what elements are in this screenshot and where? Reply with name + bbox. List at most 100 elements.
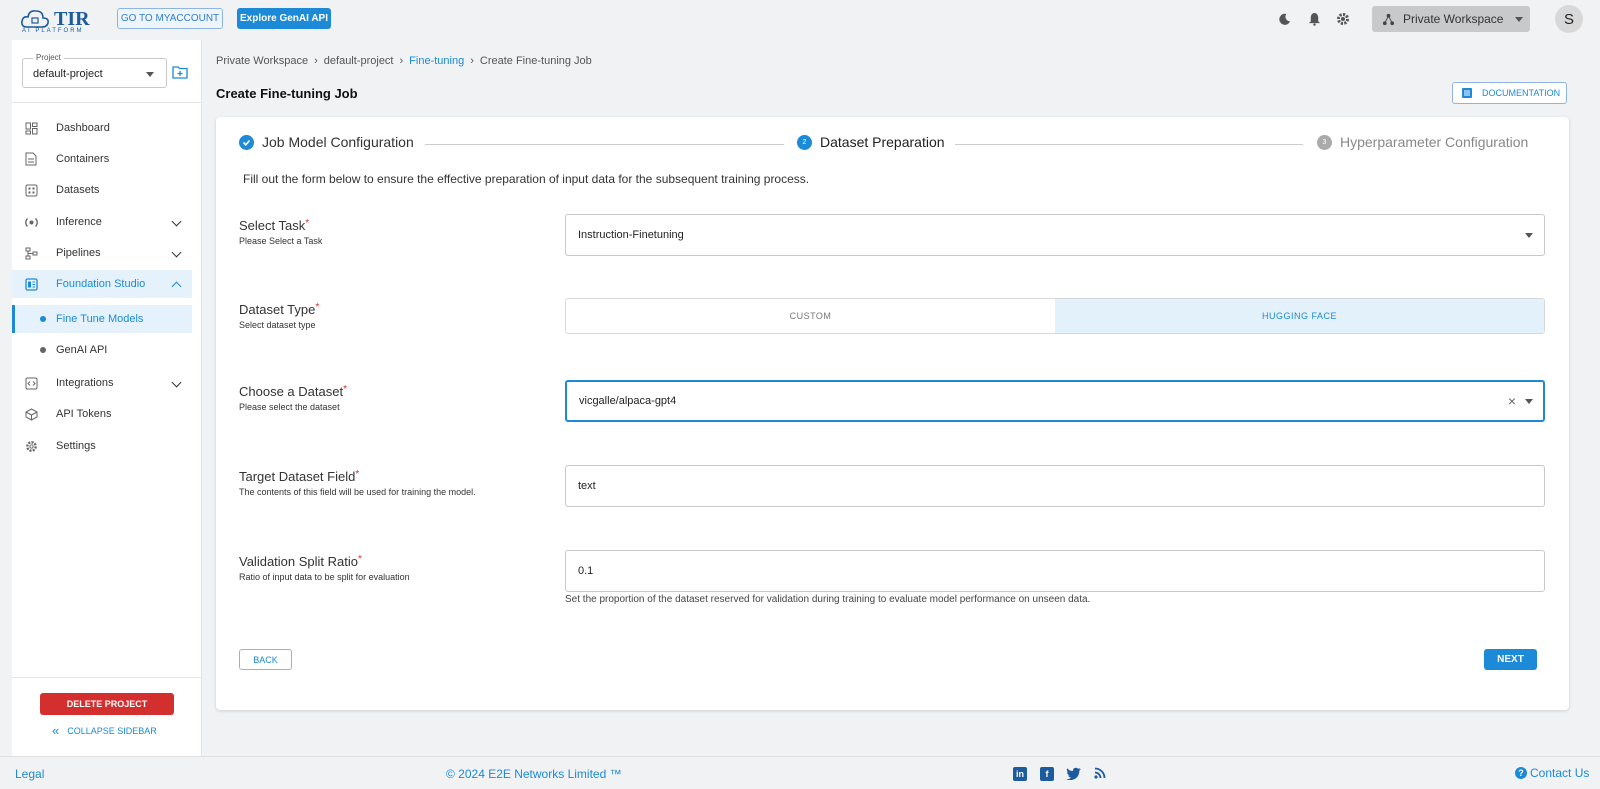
dashboard-icon [24, 121, 38, 135]
step-label: Dataset Preparation [820, 134, 945, 150]
document-icon [1462, 88, 1472, 98]
select-task-label-group: Select Task* Please Select a Task [239, 218, 322, 246]
settings-gear-icon[interactable] [1335, 11, 1351, 27]
bullet-icon [40, 316, 46, 322]
sidebar-item-label: Datasets [56, 184, 100, 196]
field-help: Select dataset type [239, 320, 316, 330]
delete-project-button[interactable]: DELETE PROJECT [40, 693, 174, 715]
step-number: 2 [797, 134, 812, 150]
field-label: Dataset Type* [239, 302, 320, 317]
sidebar-item-label: Inference [56, 216, 102, 228]
target-field-value: text [578, 480, 596, 492]
documentation-button[interactable]: DOCUMENTATION [1452, 82, 1567, 104]
collapse-sidebar-button[interactable]: « COLLAPSE SIDEBAR [52, 723, 157, 738]
sidebar-subitem-label: Fine Tune Models [56, 313, 144, 325]
pipeline-icon [24, 246, 38, 260]
facebook-icon[interactable]: f [1040, 767, 1054, 781]
tir-logo[interactable]: TIR AI PLATFORM [20, 4, 100, 34]
breadcrumb: Private Workspace › default-project › Fi… [216, 55, 592, 67]
workspace-label: Private Workspace [1403, 12, 1504, 26]
sidebar-item-label: Integrations [56, 377, 114, 389]
contact-us-link[interactable]: ? Contact Us [1515, 766, 1589, 780]
split-ratio-label-group: Validation Split Ratio* Ratio of input d… [239, 554, 410, 582]
code-icon [24, 376, 38, 390]
breadcrumb-separator: › [399, 55, 404, 67]
project-select[interactable]: Project default-project [22, 53, 167, 88]
document-icon [24, 152, 38, 166]
sidebar-item-pipelines[interactable]: Pipelines [12, 239, 192, 267]
stepper-connector [955, 144, 1303, 145]
field-label: Target Dataset Field* [239, 469, 360, 484]
step-dataset-preparation[interactable]: 2 Dataset Preparation [797, 134, 945, 150]
dataset-type-hugging-face-option[interactable]: HUGGING FACE [1055, 299, 1544, 333]
legal-link[interactable]: Legal [15, 767, 44, 781]
workspace-selector[interactable]: Private Workspace [1372, 6, 1530, 32]
dark-mode-moon-icon[interactable] [1276, 11, 1292, 27]
linkedin-icon[interactable]: in [1013, 767, 1027, 781]
clear-close-icon[interactable]: × [1508, 393, 1516, 409]
sidebar-item-label: Containers [56, 153, 110, 165]
chevron-down-icon[interactable] [1525, 399, 1533, 404]
breadcrumb-current: Create Fine-tuning Job [479, 55, 592, 67]
sidebar-item-foundation-studio[interactable]: Foundation Studio [12, 270, 192, 298]
select-task-dropdown[interactable]: Instruction-Finetuning [565, 214, 1545, 256]
chevron-down-icon [1525, 233, 1533, 238]
sidebar-item-api-tokens[interactable]: API Tokens [12, 400, 192, 428]
sidebar-item-label: Pipelines [56, 247, 101, 259]
gear-icon [24, 439, 38, 453]
divider [12, 677, 202, 678]
contact-us-label: Contact Us [1530, 766, 1590, 780]
step-label: Hyperparameter Configuration [1340, 134, 1529, 150]
chevron-down-icon [171, 216, 182, 227]
stepper-connector [425, 144, 784, 145]
form-intro-text: Fill out the form below to ensure the ef… [243, 172, 810, 186]
breadcrumb-fine-tuning[interactable]: Fine-tuning [409, 55, 464, 67]
chevron-down-icon [171, 377, 182, 388]
dataset-type-label-group: Dataset Type* Select dataset type [239, 302, 319, 330]
choose-dataset-value: vicgalle/alpaca-gpt4 [579, 395, 677, 407]
top-bar: TIR AI PLATFORM GO TO MYACCOUNT Explore … [0, 0, 1600, 38]
sidebar-item-settings[interactable]: Settings [12, 432, 192, 460]
twitter-icon[interactable] [1066, 767, 1082, 781]
notifications-bell-icon[interactable] [1306, 11, 1322, 27]
user-avatar[interactable]: S [1555, 5, 1583, 33]
documentation-label: DOCUMENTATION [1482, 88, 1561, 98]
validation-split-ratio-input[interactable]: 0.1 [565, 550, 1545, 592]
project-value: default-project [33, 68, 103, 80]
back-button[interactable]: BACK [239, 649, 292, 670]
new-folder-icon[interactable] [172, 65, 188, 79]
page-title: Create Fine-tuning Job [216, 86, 358, 101]
breadcrumb-project[interactable]: default-project [324, 55, 394, 67]
go-to-myaccount-button[interactable]: GO TO MYACCOUNT [117, 8, 223, 29]
sidebar-item-inference[interactable]: Inference [12, 208, 192, 236]
sidebar-item-integrations[interactable]: Integrations [12, 369, 192, 397]
sidebar-item-label: Dashboard [56, 122, 110, 134]
form-card: Job Model Configuration 2 Dataset Prepar… [216, 117, 1569, 710]
dataset-type-custom-option[interactable]: CUSTOM [566, 299, 1055, 333]
project-label: Project [33, 53, 64, 62]
sidebar-subitem-genai-api[interactable]: GenAI API [12, 336, 192, 364]
select-task-value: Instruction-Finetuning [578, 229, 684, 241]
dataset-label-group: Choose a Dataset* Please select the data… [239, 384, 347, 412]
step-job-model-configuration[interactable]: Job Model Configuration [239, 134, 414, 150]
choose-dataset-autocomplete[interactable]: vicgalle/alpaca-gpt4 × [565, 380, 1545, 422]
split-ratio-hint: Set the proportion of the dataset reserv… [565, 594, 1091, 605]
field-help: Please select the dataset [239, 402, 340, 412]
next-button[interactable]: NEXT [1484, 649, 1537, 670]
explore-genai-button[interactable]: Explore GenAI API [237, 8, 331, 29]
step-number: 3 [1317, 134, 1332, 150]
chevron-up-icon [171, 281, 182, 292]
sidebar-subitem-fine-tune-models[interactable]: Fine Tune Models [12, 305, 192, 333]
step-label: Job Model Configuration [262, 134, 414, 150]
sidebar: Project default-project Dashboard Contai… [12, 40, 202, 756]
logo-text: TIR [54, 8, 90, 30]
breadcrumb-workspace[interactable]: Private Workspace [216, 55, 308, 67]
sidebar-item-dashboard[interactable]: Dashboard [12, 114, 192, 142]
sidebar-item-datasets[interactable]: Datasets [12, 176, 192, 204]
step-hyperparameter-configuration[interactable]: 3 Hyperparameter Configuration [1317, 134, 1528, 150]
sidebar-item-containers[interactable]: Containers [12, 145, 192, 173]
rss-icon[interactable] [1094, 767, 1108, 781]
target-dataset-field-input[interactable]: text [565, 465, 1545, 507]
dataset-type-toggle: CUSTOM HUGGING FACE [565, 298, 1545, 334]
sidebar-item-label: API Tokens [56, 408, 112, 420]
